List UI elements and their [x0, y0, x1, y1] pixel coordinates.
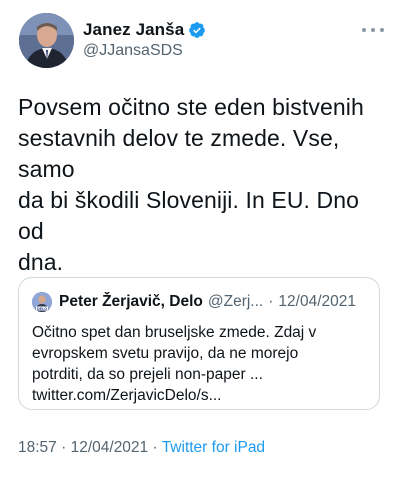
author-avatar[interactable] — [19, 13, 74, 68]
tweet-text-line: Povsem očitno ste eden bistvenih — [18, 94, 364, 120]
quoted-tweet-card[interactable]: DELO Peter Žerjavič, Delo @Zerj... · 12/… — [18, 277, 380, 410]
tweet-date[interactable]: 12/04/2021 — [71, 439, 149, 456]
tweet-meta: 18:57 · 12/04/2021 · Twitter for iPad — [18, 439, 265, 457]
quoted-text-line: potrditi, da so prejeli non-paper ... — [32, 366, 263, 383]
tweet-text-line: sestavnih delov te zmede. Vse, samo — [18, 125, 340, 182]
tweet: Janez Janša @JJansaSDS Povsem očitno ste… — [0, 0, 400, 481]
meta-separator: · — [152, 439, 158, 456]
meta-separator: · — [61, 439, 67, 456]
quoted-text-line: twitter.com/ZerjavicDelo/s... — [32, 387, 222, 404]
quoted-text-line: Očitno spet dan bruseljske zmede. Zdaj v — [32, 324, 317, 341]
author-handle[interactable]: @JJansaSDS — [83, 42, 183, 60]
quoted-tweet-text: Očitno spet dan bruseljske zmede. Zdaj v… — [32, 322, 368, 406]
quoted-tweet-header: DELO Peter Žerjavič, Delo @Zerj... · 12/… — [32, 292, 372, 312]
verified-badge-icon — [188, 21, 206, 39]
tweet-text-line: dna. — [18, 249, 64, 275]
author-name[interactable]: Janez Janša — [83, 20, 184, 40]
tweet-text: Povsem očitno ste eden bistvenih sestavn… — [18, 92, 386, 278]
quoted-separator: · — [268, 293, 274, 310]
tweet-source-link[interactable]: Twitter for iPad — [162, 439, 265, 456]
tweet-time[interactable]: 18:57 — [18, 439, 57, 456]
tweet-text-line: da bi škodili Sloveniji. In EU. Dno od — [18, 187, 359, 244]
more-options-icon[interactable] — [362, 26, 384, 34]
author-name-row[interactable]: Janez Janša — [83, 19, 206, 41]
quoted-avatar-logo: DELO — [37, 307, 47, 311]
quoted-author-name[interactable]: Peter Žerjavič, Delo — [59, 293, 203, 311]
more-dot — [380, 28, 384, 32]
quoted-author-avatar[interactable]: DELO — [32, 292, 52, 312]
quoted-text-line: evropskem svetu pravijo, da ne morejo — [32, 345, 299, 362]
more-dot — [362, 28, 366, 32]
quoted-author-handle[interactable]: @Zerj... — [208, 293, 263, 311]
quoted-date: 12/04/2021 — [278, 293, 356, 310]
more-dot — [371, 28, 375, 32]
